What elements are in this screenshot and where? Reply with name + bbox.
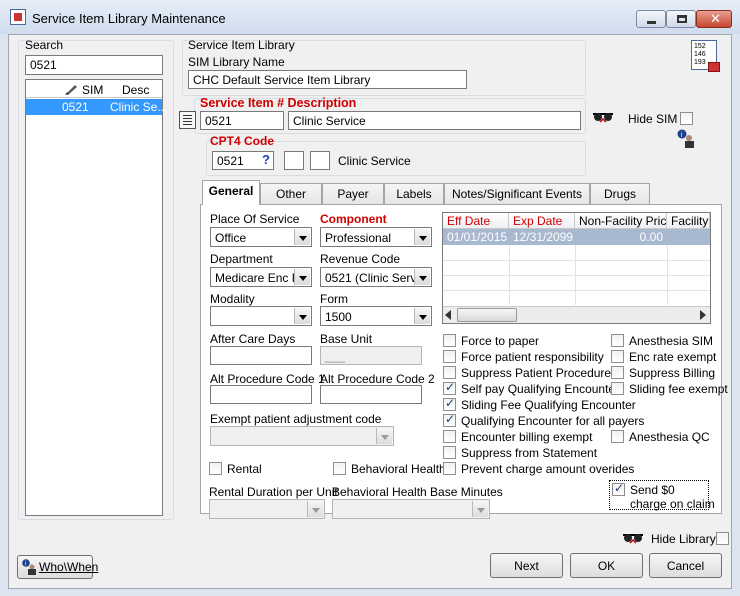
tab-panel-general — [200, 204, 722, 514]
maximize-icon — [677, 15, 687, 23]
search-input[interactable]: 0521 — [25, 55, 163, 75]
search-results-list[interactable]: SIM Desc 0521 Clinic Se... — [25, 79, 167, 516]
list-item[interactable]: 0521 Clinic Se... — [26, 99, 167, 115]
library-group-label: Service Item Library — [188, 38, 295, 52]
hide-sim-label: Hide SIM — [628, 112, 678, 126]
search-label: Search — [25, 38, 64, 52]
tab-drugs[interactable]: Drugs — [590, 183, 650, 204]
app-icon — [10, 9, 26, 25]
glasses-icon — [592, 110, 614, 127]
info-person-icon[interactable]: i — [676, 129, 696, 149]
close-button[interactable]: ✕ — [696, 10, 732, 28]
svg-text:i: i — [681, 131, 683, 139]
tab-labels[interactable]: Labels — [384, 183, 444, 204]
cpt4-modifier-2-field[interactable] — [310, 151, 330, 170]
minimize-icon — [647, 21, 656, 24]
hide-library-label: Hide Library — [651, 532, 716, 546]
list-item-sim: 0521 — [62, 100, 89, 114]
cpt4-code-value: 0521 — [217, 154, 244, 168]
list-item-desc: Clinic Se... — [110, 100, 168, 114]
help-icon[interactable]: ? — [262, 152, 270, 167]
cpt4-label: CPT4 Code — [210, 134, 275, 148]
tab-notes-significant-events[interactable]: Notes/Significant Events — [444, 183, 590, 204]
pen-icon — [64, 83, 78, 95]
calculator-icon[interactable]: 152 146 193 — [691, 40, 720, 72]
library-name-field[interactable]: CHC Default Service Item Library — [188, 70, 467, 89]
cpt4-code-field[interactable]: 0521 ? — [212, 151, 274, 170]
ok-button[interactable]: OK — [570, 553, 643, 578]
tab-other[interactable]: Other — [260, 183, 322, 204]
calculator-badge — [708, 62, 720, 72]
service-item-label: Service Item # Description — [200, 96, 357, 110]
library-name-label: SIM Library Name — [188, 55, 285, 69]
cpt4-description: Clinic Service — [338, 154, 411, 168]
next-button[interactable]: Next — [490, 553, 563, 578]
tab-payer[interactable]: Payer — [322, 183, 384, 204]
hide-library-checkbox[interactable] — [716, 532, 729, 545]
notes-icon[interactable] — [179, 111, 196, 129]
calculator-icon-line: 152 — [694, 43, 706, 50]
hide-sim-checkbox[interactable] — [680, 112, 693, 125]
glasses-icon — [622, 531, 644, 548]
cancel-button[interactable]: Cancel — [649, 553, 722, 578]
column-desc[interactable]: Desc — [122, 83, 149, 97]
maximize-button[interactable] — [666, 10, 696, 28]
tab-general[interactable]: General — [202, 180, 260, 205]
who-when-button[interactable]: i Who\When — [17, 555, 98, 579]
service-item-number-field[interactable]: 0521 — [200, 111, 284, 130]
column-sim[interactable]: SIM — [82, 83, 103, 97]
cpt4-modifier-1-field[interactable] — [284, 151, 304, 170]
notes-icon-lines — [183, 115, 192, 116]
minimize-button[interactable] — [636, 10, 666, 28]
window-title: Service Item Library Maintenance — [32, 11, 226, 26]
info-person-icon: i — [21, 559, 37, 575]
who-when-label: Who\When — [39, 560, 99, 574]
service-item-description-field[interactable]: Clinic Service — [288, 111, 581, 130]
close-icon: ✕ — [710, 11, 721, 26]
calculator-icon-line: 146 — [694, 51, 706, 58]
